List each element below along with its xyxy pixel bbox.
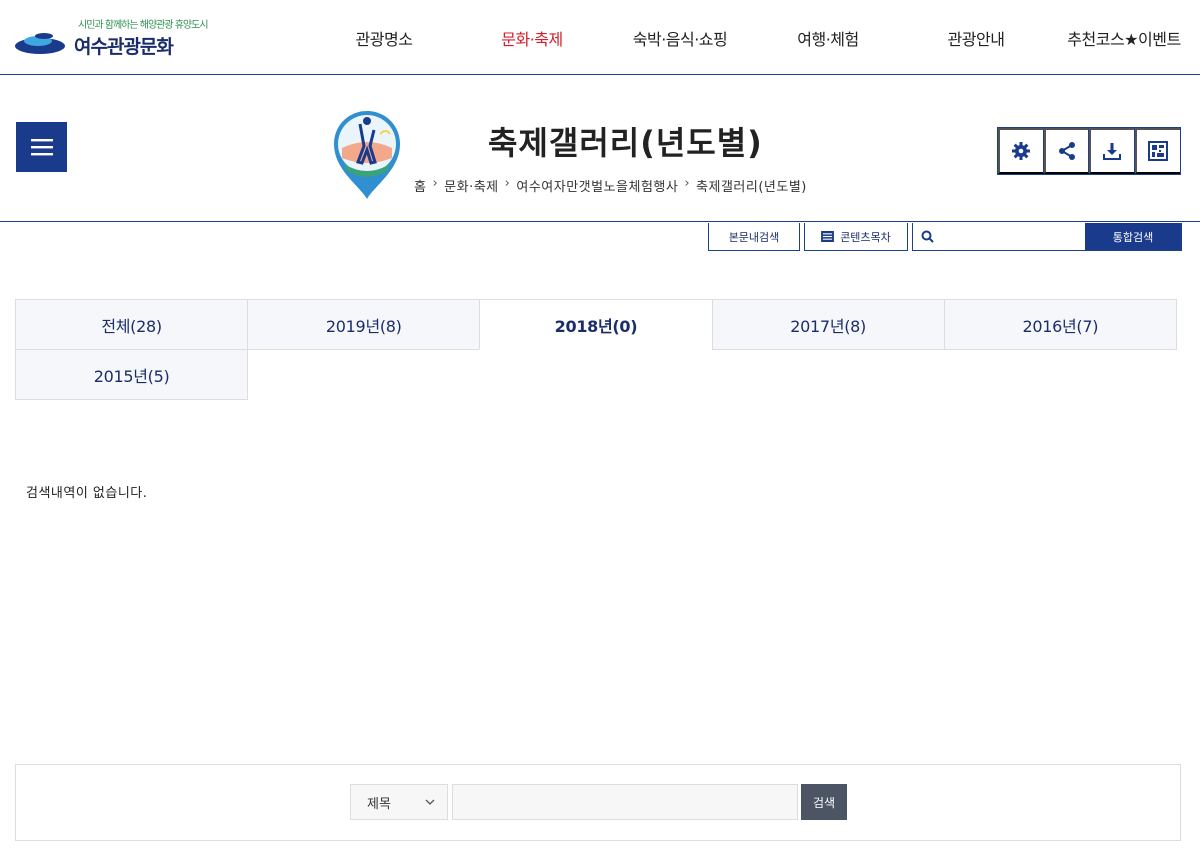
hamburger-icon: [30, 139, 53, 156]
logo-tagline: 시민과 함께하는 해양관광 휴양도시: [78, 20, 209, 31]
search-field-selected: 제목: [367, 796, 391, 812]
site-header: 시민과 함께하는 해양관광 휴양도시 여수관광문화 관광명소 문화·축제 숙박·…: [0, 0, 1200, 75]
content-toc-button[interactable]: 콘텐츠목차: [804, 223, 908, 251]
breadcrumb-festival-event[interactable]: 여수여자만갯벌노을체험행사: [516, 176, 678, 195]
content-toc-label: 콘텐츠목차: [840, 231, 891, 244]
board-search-input[interactable]: [452, 784, 798, 820]
breadcrumb: 홈 › 문화·축제 › 여수여자만갯벌노을체험행사 › 축제갤러리(년도별): [414, 176, 807, 195]
tab-all[interactable]: 전체(28): [15, 299, 249, 350]
site-logo[interactable]: 시민과 함께하는 해양관광 휴양도시 여수관광문화: [14, 14, 209, 60]
tab-2015[interactable]: 2015년(5): [15, 349, 249, 400]
chevron-down-icon: [425, 799, 435, 805]
share-button[interactable]: [1043, 128, 1089, 174]
qr-code-icon: [1148, 141, 1169, 161]
gear-icon: [1012, 142, 1031, 160]
board-search-button[interactable]: 검색: [801, 784, 847, 820]
integrated-search-button[interactable]: 통합검색: [1085, 223, 1181, 250]
search-icon: [921, 230, 934, 243]
empty-result-message: 검색내역이 없습니다.: [26, 486, 148, 501]
nav-item-culture-festival[interactable]: 문화·축제: [458, 0, 606, 75]
integrated-search: 통합검색: [912, 223, 1182, 251]
title-area: 축제갤러리(년도별) 홈 › 문화·축제 › 여수여자만갯벌노을체험행사 › 축…: [0, 76, 1200, 222]
integrated-search-input[interactable]: [913, 223, 1085, 249]
utility-bar: 본문내검색 콘텐츠목차 통합검색: [708, 223, 1182, 251]
logo-mark-icon: [15, 33, 65, 54]
nav-item-tourist-info[interactable]: 관광안내: [902, 0, 1050, 75]
download-icon: [1103, 143, 1122, 160]
breadcrumb-current: 축제갤러리(년도별): [696, 180, 807, 195]
download-button[interactable]: [1089, 128, 1135, 174]
list-icon: [821, 231, 835, 242]
nav-item-recommended-course-event[interactable]: 추천코스★이벤트: [1050, 0, 1198, 75]
tab-2018[interactable]: 2018년(0): [479, 299, 713, 350]
festival-mascot-icon: [334, 111, 400, 199]
board-search: 제목 검색: [15, 764, 1181, 841]
tab-2019[interactable]: 2019년(8): [247, 299, 481, 350]
tab-2017[interactable]: 2017년(8): [711, 299, 945, 350]
search-field-select[interactable]: 제목: [350, 784, 448, 820]
in-page-search-button[interactable]: 본문내검색: [708, 223, 800, 251]
main-nav: 관광명소 문화·축제 숙박·음식·쇼핑 여행·체험 관광안내 추천코스★이벤트: [310, 0, 1200, 75]
sitemap-menu-button[interactable]: [16, 122, 67, 172]
share-icon: [1058, 142, 1075, 160]
page-tools: [997, 127, 1181, 175]
year-tabs: 전체(28) 2019년(8) 2018년(0) 2017년(8) 2016년(…: [15, 299, 1181, 400]
nav-item-attractions[interactable]: 관광명소: [310, 0, 458, 75]
breadcrumb-culture-festival[interactable]: 문화·축제: [444, 176, 498, 195]
chevron-right-icon: ›: [432, 176, 439, 191]
qr-code-button[interactable]: [1134, 128, 1180, 174]
tab-row-2: 2015년(5): [15, 349, 1181, 400]
tab-row-1: 전체(28) 2019년(8) 2018년(0) 2017년(8) 2016년(…: [15, 299, 1181, 350]
nav-item-stay-food-shopping[interactable]: 숙박·음식·쇼핑: [606, 0, 754, 75]
search-field-wrap: [913, 223, 1085, 250]
nav-item-travel-experience[interactable]: 여행·체험: [754, 0, 902, 75]
logo-name: 여수관광문화: [74, 36, 174, 58]
page-title: 축제갤러리(년도별): [488, 124, 763, 162]
chevron-right-icon: ›: [684, 176, 691, 191]
settings-button[interactable]: [998, 128, 1044, 174]
breadcrumb-home[interactable]: 홈: [414, 176, 426, 195]
tab-2016[interactable]: 2016년(7): [943, 299, 1177, 350]
chevron-right-icon: ›: [504, 176, 511, 191]
